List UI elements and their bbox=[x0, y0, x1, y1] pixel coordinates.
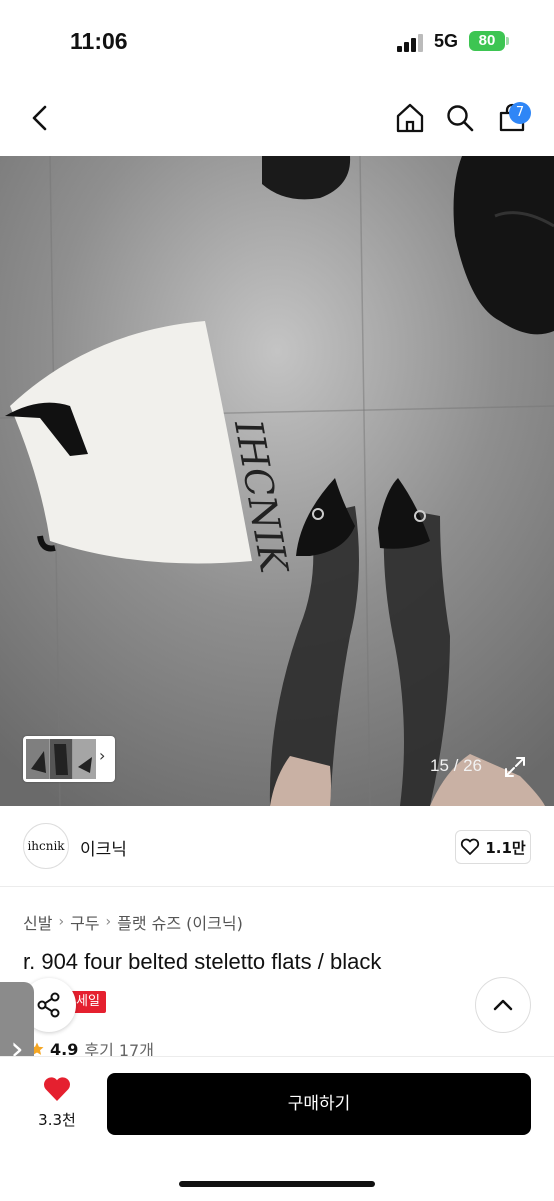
wishlist-button[interactable]: 3.3천 bbox=[30, 1075, 84, 1130]
product-image[interactable]: IHCNIK bbox=[0, 156, 554, 806]
home-button[interactable] bbox=[390, 98, 430, 138]
battery-level: 80 bbox=[478, 32, 496, 49]
breadcrumb: 신발 › 구두 › 플랫 슈즈 (이크닉) bbox=[23, 910, 243, 934]
fullscreen-button[interactable] bbox=[502, 754, 528, 780]
status-time: 11:06 bbox=[70, 28, 128, 54]
product-title: r. 904 four belted steletto flats / blac… bbox=[23, 949, 382, 974]
top-nav bbox=[0, 80, 554, 156]
chevron-up-icon bbox=[493, 999, 513, 1011]
heart-outline-icon bbox=[461, 838, 480, 855]
search-icon bbox=[447, 105, 474, 132]
signal-icon bbox=[397, 34, 425, 52]
shop-like-count: 1.1만 bbox=[485, 838, 526, 857]
status-bar: 11:06 5G 80 bbox=[0, 0, 554, 80]
search-button[interactable] bbox=[440, 98, 480, 138]
shop-name[interactable]: 이크닉 bbox=[80, 835, 127, 860]
home-icon bbox=[396, 103, 424, 133]
back-arrow-icon bbox=[32, 105, 47, 131]
cart-count-badge: 7 bbox=[509, 102, 531, 124]
shop-like-button[interactable]: 1.1만 bbox=[455, 830, 531, 864]
heart-filled-icon bbox=[44, 1077, 70, 1101]
buy-button[interactable]: 구매하기 bbox=[107, 1073, 531, 1135]
chevron-right-icon: › bbox=[105, 914, 112, 930]
expand-icon bbox=[505, 757, 525, 777]
back-button[interactable] bbox=[20, 98, 60, 138]
shop-row[interactable]: ihcnik 이크닉 1.1만 bbox=[0, 808, 554, 887]
chevron-right-icon: › bbox=[99, 746, 106, 765]
breadcrumb-item[interactable]: 구두 bbox=[70, 910, 99, 934]
battery-icon: 80 bbox=[469, 31, 505, 51]
thumbnail-image bbox=[26, 739, 96, 779]
battery-cap bbox=[506, 37, 509, 45]
shop-logo[interactable]: ihcnik bbox=[23, 823, 69, 869]
breadcrumb-item[interactable]: 신발 bbox=[23, 910, 52, 934]
share-icon bbox=[37, 992, 60, 1018]
breadcrumb-item[interactable]: 플랫 슈즈 (이크닉) bbox=[117, 910, 243, 934]
wishlist-count: 3.3천 bbox=[38, 1111, 76, 1129]
network-type: 5G bbox=[434, 31, 459, 51]
gallery-thumbnail-button[interactable]: › bbox=[23, 736, 115, 782]
product-photo: IHCNIK bbox=[0, 156, 554, 806]
image-counter: 15 / 26 bbox=[430, 756, 482, 775]
scroll-top-button[interactable] bbox=[475, 977, 531, 1033]
chevron-right-icon: › bbox=[58, 914, 65, 930]
home-indicator bbox=[179, 1181, 375, 1187]
